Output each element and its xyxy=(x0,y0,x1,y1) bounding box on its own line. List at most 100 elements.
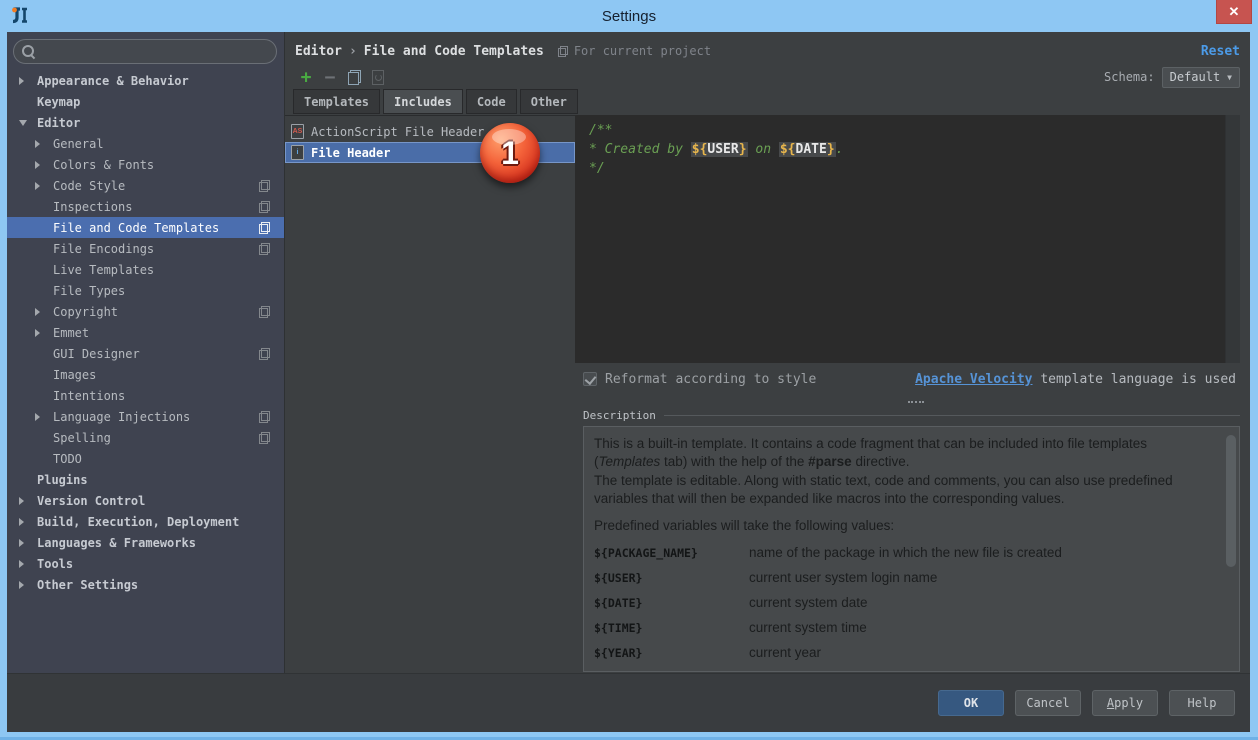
copy-icon xyxy=(347,69,361,85)
chevron-right-icon[interactable] xyxy=(19,539,37,547)
tab-other[interactable]: Other xyxy=(519,89,578,114)
main-panel: Editor › File and Code Templates For cur… xyxy=(285,32,1250,673)
sidebar-item-intentions[interactable]: Intentions xyxy=(7,385,284,406)
sidebar-item-tools[interactable]: Tools xyxy=(7,553,284,574)
sidebar-item-file-types[interactable]: File Types xyxy=(7,280,284,301)
variable-row: ${DATE} current system date xyxy=(594,594,868,610)
sidebar-item-code-style[interactable]: Code Style xyxy=(7,175,284,196)
description-separator: Description xyxy=(583,407,1240,423)
tab-includes[interactable]: Includes xyxy=(383,89,463,114)
chevron-right-icon[interactable] xyxy=(19,518,37,526)
close-icon: ✕ xyxy=(1228,3,1240,19)
remove-template-button[interactable]: − xyxy=(319,66,341,88)
per-project-copy-icon xyxy=(259,242,270,255)
schema-label: Schema: xyxy=(1104,70,1155,84)
tab-templates[interactable]: Templates xyxy=(293,89,381,114)
chevron-right-icon[interactable] xyxy=(35,329,53,337)
reset-template-button[interactable] xyxy=(367,66,389,88)
chevron-right-icon[interactable] xyxy=(19,560,37,568)
sidebar-item-languages-frameworks[interactable]: Languages & Frameworks xyxy=(7,532,284,553)
titlebar[interactable]: Settings ✕ xyxy=(0,0,1258,32)
chevron-right-icon[interactable] xyxy=(35,140,53,148)
chevron-right-icon[interactable] xyxy=(35,308,53,316)
scope-note: For current project xyxy=(573,44,712,58)
sidebar-item-appearance-behavior[interactable]: Appearance & Behavior xyxy=(7,70,284,91)
chevron-right-icon[interactable] xyxy=(35,182,53,190)
sidebar-item-keymap[interactable]: Keymap xyxy=(7,91,284,112)
settings-search[interactable] xyxy=(13,39,277,64)
copy-template-button[interactable] xyxy=(343,66,365,88)
intellij-logo-icon xyxy=(10,5,32,27)
project-scope-icon xyxy=(557,45,568,57)
breadcrumb: Editor › File and Code Templates For cur… xyxy=(295,40,1240,62)
ok-button[interactable]: OK xyxy=(938,690,1004,716)
chevron-right-icon[interactable] xyxy=(19,581,37,589)
close-button[interactable]: ✕ xyxy=(1216,0,1252,24)
editor-scrollbar[interactable] xyxy=(1225,115,1240,363)
page-title: File and Code Templates xyxy=(363,43,544,59)
sidebar-item-build-execution-deployment[interactable]: Build, Execution, Deployment xyxy=(7,511,284,532)
sidebar-item-copyright[interactable]: Copyright xyxy=(7,301,284,322)
sidebar-item-editor[interactable]: Editor xyxy=(7,112,284,133)
reformat-label: Reformat according to style xyxy=(605,371,817,387)
search-icon xyxy=(22,45,35,58)
per-project-copy-icon xyxy=(259,200,270,213)
description-scrollbar-thumb[interactable] xyxy=(1226,435,1236,567)
schema-value: Default xyxy=(1169,70,1221,84)
reformat-checkbox[interactable] xyxy=(583,372,597,386)
template-tabs: Templates Includes Code Other xyxy=(293,89,578,114)
chevron-down-icon[interactable] xyxy=(19,120,37,126)
cancel-button[interactable]: Cancel xyxy=(1015,690,1081,716)
search-input[interactable] xyxy=(35,44,276,59)
tab-code[interactable]: Code xyxy=(465,89,517,114)
description-paragraph: This is a built-in template. It contains… xyxy=(594,436,1148,469)
help-button[interactable]: Help xyxy=(1169,690,1235,716)
chevron-right-icon[interactable] xyxy=(35,413,53,421)
chevron-right-icon[interactable] xyxy=(19,77,37,85)
per-project-copy-icon xyxy=(259,431,270,444)
template-detail: /** * Created by ${USER} on ${DATE}. */ … xyxy=(575,115,1240,673)
sidebar-item-version-control[interactable]: Version Control xyxy=(7,490,284,511)
sidebar-item-general[interactable]: General xyxy=(7,133,284,154)
sidebar-item-todo[interactable]: TODO xyxy=(7,448,284,469)
chevron-right-icon[interactable] xyxy=(35,161,53,169)
chevron-right-icon[interactable] xyxy=(19,497,37,505)
variable-row: ${USER} current user system login name xyxy=(594,569,938,585)
template-variable-user: ${USER} xyxy=(690,142,748,157)
sidebar-item-plugins[interactable]: Plugins xyxy=(7,469,284,490)
schema-dropdown[interactable]: Default ▼ xyxy=(1161,66,1240,88)
step-1-badge: 1 xyxy=(480,123,540,183)
description-panel: This is a built-in template. It contains… xyxy=(583,426,1240,672)
description-paragraph: The template is editable. Along with sta… xyxy=(594,473,1173,506)
settings-sidebar: Appearance & Behavior Keymap Editor Gene… xyxy=(7,32,285,673)
sidebar-item-file-encodings[interactable]: File Encodings xyxy=(7,238,284,259)
sidebar-item-other-settings[interactable]: Other Settings xyxy=(7,574,284,595)
sidebar-item-language-injections[interactable]: Language Injections xyxy=(7,406,284,427)
template-code-editor[interactable]: /** * Created by ${USER} on ${DATE}. */ xyxy=(575,115,1240,363)
reset-to-default-icon xyxy=(372,70,384,85)
variable-row: ${YEAR} current year xyxy=(594,644,822,660)
reset-link[interactable]: Reset xyxy=(1201,44,1240,59)
sidebar-item-live-templates[interactable]: Live Templates xyxy=(7,259,284,280)
per-project-copy-icon xyxy=(259,305,270,318)
sidebar-item-inspections[interactable]: Inspections xyxy=(7,196,284,217)
breadcrumb-editor[interactable]: Editor xyxy=(295,44,342,59)
sidebar-item-spelling[interactable]: Spelling xyxy=(7,427,284,448)
sidebar-item-images[interactable]: Images xyxy=(7,364,284,385)
per-project-copy-icon xyxy=(259,221,270,234)
sidebar-item-emmet[interactable]: Emmet xyxy=(7,322,284,343)
chevron-down-icon: ▼ xyxy=(1227,72,1232,82)
template-language-note: Apache Velocity template language is use… xyxy=(915,371,1236,387)
apply-button[interactable]: Apply xyxy=(1092,690,1158,716)
add-template-button[interactable]: + xyxy=(295,66,317,88)
sidebar-item-file-and-code-templates[interactable]: File and Code Templates xyxy=(7,217,284,238)
description-title: Description xyxy=(583,408,656,422)
settings-dialog: Appearance & Behavior Keymap Editor Gene… xyxy=(7,32,1250,673)
apache-velocity-link[interactable]: Apache Velocity xyxy=(915,372,1032,387)
dialog-footer: OK Cancel Apply Help xyxy=(7,673,1250,732)
template-variable-date: ${DATE} xyxy=(778,142,836,157)
sidebar-item-gui-designer[interactable]: GUI Designer xyxy=(7,343,284,364)
sidebar-item-colors-fonts[interactable]: Colors & Fonts xyxy=(7,154,284,175)
splitter-handle[interactable] xyxy=(907,401,924,403)
template-list: AS ActionScript File Header i File Heade… xyxy=(285,115,575,673)
